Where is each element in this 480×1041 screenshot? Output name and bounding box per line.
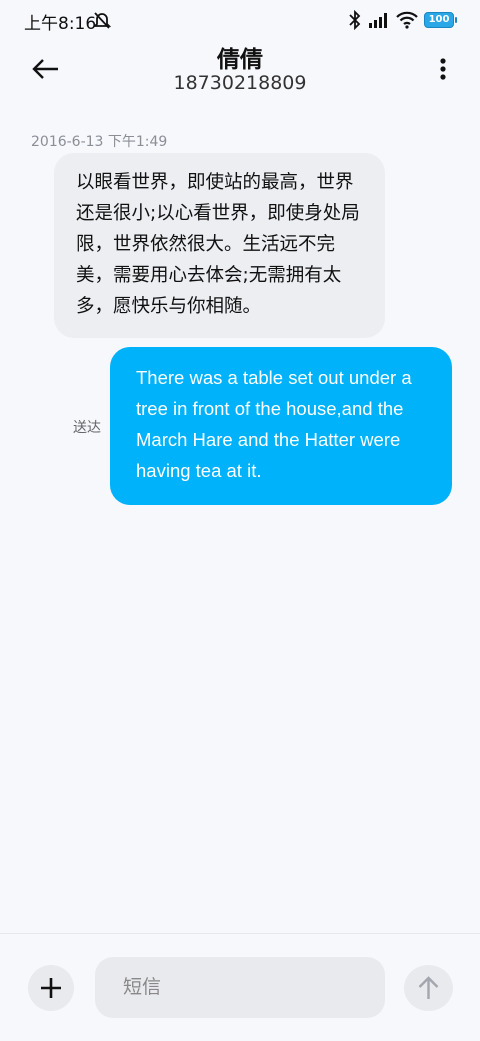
signal-icon	[368, 12, 390, 28]
status-icons: 100	[348, 10, 457, 30]
battery-icon: 100	[424, 12, 457, 28]
status-bar: 上午8:16 100	[0, 0, 480, 40]
send-button[interactable]	[404, 965, 453, 1011]
more-vertical-icon	[440, 58, 446, 80]
mute-icon	[92, 10, 112, 30]
message-input[interactable]: 短信	[95, 957, 385, 1018]
add-attachment-button[interactable]	[28, 965, 74, 1011]
send-arrow-icon	[418, 976, 439, 999]
incoming-message-bubble[interactable]: 以眼看世界，即使站的最高，世界还是很小;以心看世界，即使身处局限，世界依然很大。…	[54, 153, 385, 338]
contact-phone: 18730218809	[173, 72, 307, 94]
wifi-icon	[396, 11, 418, 29]
outgoing-message-bubble[interactable]: There was a table set out under a tree i…	[110, 347, 452, 505]
composer-bar: 短信	[0, 933, 480, 1041]
status-time: 上午8:16	[24, 14, 97, 34]
bluetooth-icon	[348, 10, 362, 30]
delivery-status: 送达	[73, 420, 101, 436]
conversation-header: 倩倩 18730218809	[0, 40, 480, 104]
contact-name: 倩倩	[217, 47, 263, 73]
plus-icon	[41, 978, 61, 998]
message-timestamp: 2016-6-13 下午1:49	[31, 134, 168, 150]
more-options-button[interactable]	[436, 54, 450, 84]
